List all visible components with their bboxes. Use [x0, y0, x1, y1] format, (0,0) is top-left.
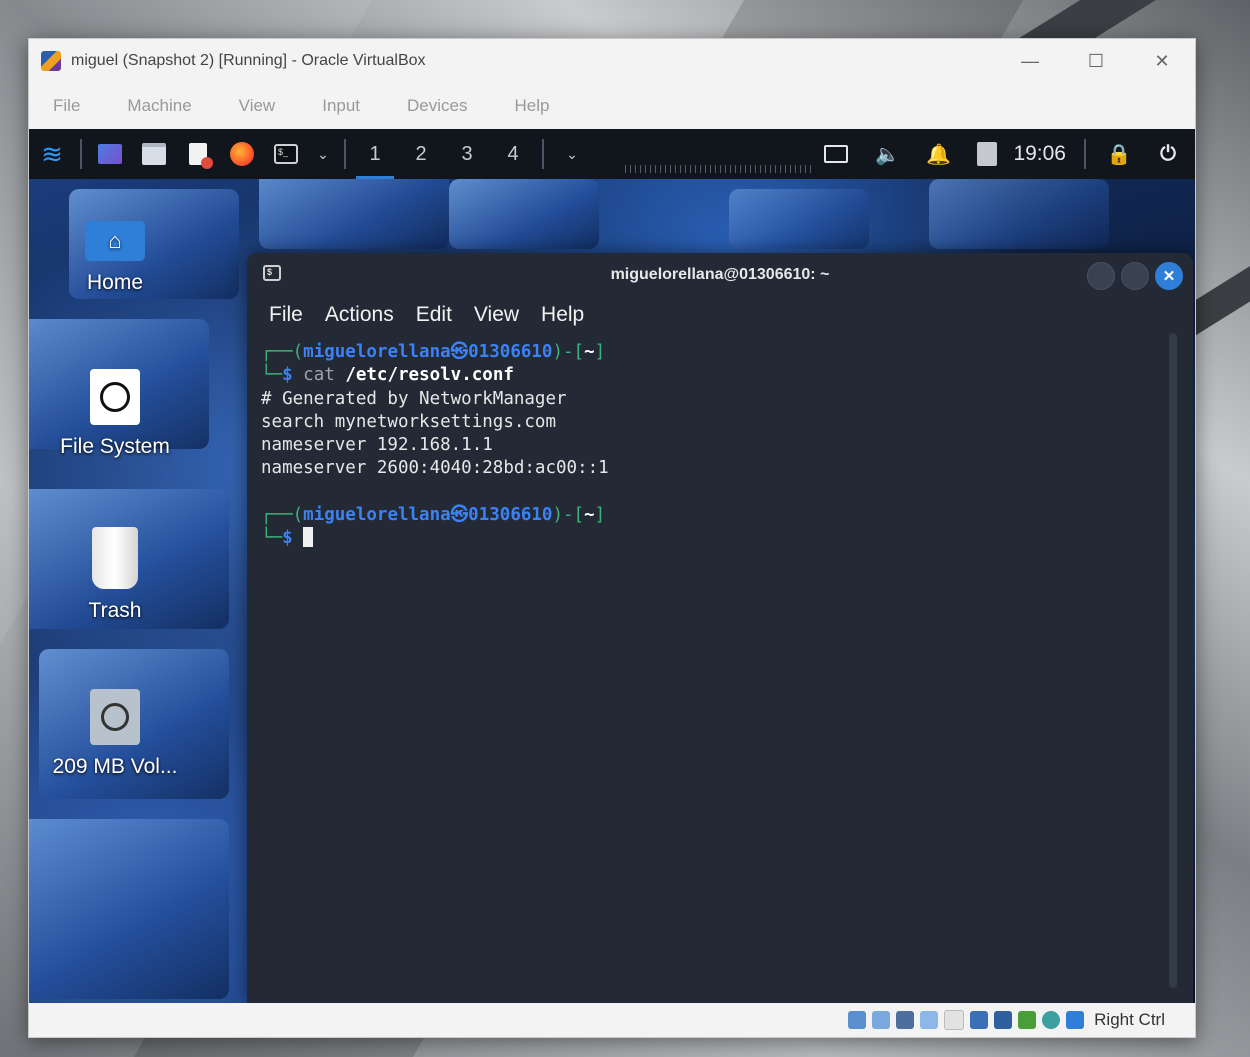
- menu-help[interactable]: Help: [515, 96, 550, 116]
- panel-clock[interactable]: 19:06: [1013, 142, 1066, 166]
- cpu-icon[interactable]: [1042, 1011, 1061, 1029]
- menu-view[interactable]: View: [239, 96, 276, 116]
- display-icon[interactable]: [994, 1011, 1013, 1029]
- firefox-icon[interactable]: [229, 141, 255, 167]
- text-editor-icon[interactable]: [185, 141, 213, 169]
- desktop-icon-label: File System: [60, 435, 170, 458]
- output-line: search mynetworksettings.com: [261, 411, 557, 432]
- panel-separator: [344, 139, 346, 169]
- logout-icon[interactable]: ⏻: [1155, 141, 1181, 167]
- audio-icon[interactable]: [896, 1011, 915, 1029]
- virtualbox-menubar: File Machine View Input Devices Help: [29, 83, 1195, 129]
- shared-folders-icon[interactable]: [970, 1011, 989, 1029]
- lock-screen-icon[interactable]: 🔒: [1106, 141, 1132, 167]
- desktop-icon-label: 209 MB Vol...: [52, 755, 178, 778]
- terminal-icon: $: [263, 265, 281, 281]
- host-key-label[interactable]: Right Ctrl: [1094, 1010, 1165, 1030]
- network-adapter-icon[interactable]: [920, 1011, 939, 1029]
- volume-icon: [90, 689, 140, 745]
- virtualbox-window: miguel (Snapshot 2) [Running] - Oracle V…: [28, 38, 1196, 1038]
- terminal-maximize-button[interactable]: [1121, 262, 1149, 290]
- virtualbox-logo-icon: [41, 51, 61, 71]
- desktop-icon-label: Home: [86, 271, 144, 294]
- terminal-menu-file[interactable]: File: [269, 303, 303, 327]
- panel-separator: [1084, 139, 1086, 169]
- workspace-2[interactable]: 2: [398, 129, 444, 179]
- output-line: nameserver 192.168.1.1: [261, 435, 493, 456]
- home-icon: ⌂: [85, 221, 145, 261]
- notification-bell-icon[interactable]: 🔔: [925, 141, 951, 167]
- workspace-3[interactable]: 3: [444, 129, 490, 179]
- file-manager-icon[interactable]: [141, 141, 167, 167]
- top-panel: ≋ $_ ⌄ 1 2 3 4 ⌄ 🔈 🔔 19:06 🔒 ⏻: [29, 129, 1195, 179]
- terminal-menu-view[interactable]: View: [474, 303, 519, 327]
- terminal-minimize-button[interactable]: [1087, 262, 1115, 290]
- terminal-menu-help[interactable]: Help: [541, 303, 584, 327]
- optical-drive-icon[interactable]: [872, 1011, 891, 1029]
- usb-icon[interactable]: [944, 1010, 965, 1030]
- recording-icon[interactable]: [1018, 1011, 1037, 1029]
- battery-icon[interactable]: [974, 141, 1000, 167]
- menu-file[interactable]: File: [53, 96, 80, 116]
- virtualbox-statusbar: Right Ctrl: [29, 1003, 1195, 1037]
- input-line[interactable]: └─$: [261, 527, 1193, 550]
- prompt-line: ┌──(miguelorellana㉿01306610)-[~]: [261, 342, 606, 362]
- terminal-launcher-icon[interactable]: $_: [273, 141, 299, 167]
- cpu-graph: [625, 165, 811, 173]
- mouse-integration-icon[interactable]: [1066, 1011, 1085, 1029]
- text-cursor: [303, 527, 314, 548]
- desktop-icon-label: Trash: [88, 599, 142, 622]
- menu-machine[interactable]: Machine: [127, 96, 191, 116]
- prompt-line: ┌──(miguelorellana㉿01306610)-[~]: [261, 505, 606, 526]
- terminal-title: miguelorellana@01306610: ~: [610, 266, 830, 283]
- trash-icon: [92, 527, 138, 589]
- window-title: miguel (Snapshot 2) [Running] - Oracle V…: [71, 52, 426, 69]
- desktop-icon-home[interactable]: ⌂ Home: [35, 221, 195, 295]
- maximize-button[interactable]: ☐: [1063, 39, 1129, 83]
- command-line: └─$ cat /etc/resolv.conf: [261, 365, 514, 386]
- minimize-button[interactable]: —: [997, 39, 1063, 83]
- close-button[interactable]: ✕: [1129, 39, 1195, 83]
- terminal-titlebar[interactable]: $ miguelorellana@01306610: ~ ✕: [247, 253, 1193, 297]
- hard-disk-icon[interactable]: [848, 1011, 867, 1029]
- volume-icon[interactable]: 🔈: [874, 141, 900, 167]
- network-icon[interactable]: [823, 141, 849, 167]
- output-line: nameserver 2600:4040:28bd:ac00::1: [261, 458, 609, 479]
- desktop-icon-trash[interactable]: Trash: [35, 527, 195, 623]
- terminal-close-button[interactable]: ✕: [1155, 262, 1183, 290]
- panel-separator: [80, 139, 82, 169]
- terminal-menubar: File Actions Edit View Help: [247, 297, 1193, 333]
- terminal-menu-actions[interactable]: Actions: [325, 303, 394, 327]
- output-line: # Generated by NetworkManager: [261, 388, 567, 409]
- desktop-icon-file-system[interactable]: File System: [35, 369, 195, 459]
- chevron-down-icon[interactable]: ⌄: [310, 141, 336, 167]
- show-desktop-icon[interactable]: [97, 141, 123, 167]
- terminal-menu-edit[interactable]: Edit: [416, 303, 452, 327]
- workspace-1[interactable]: 1: [352, 129, 398, 179]
- guest-screen[interactable]: ≋ $_ ⌄ 1 2 3 4 ⌄ 🔈 🔔 19:06 🔒 ⏻ ⌂ Home Fi…: [29, 129, 1195, 1003]
- terminal-window[interactable]: $ miguelorellana@01306610: ~ ✕ File Acti…: [247, 253, 1193, 1003]
- panel-separator: [542, 139, 544, 169]
- terminal-scrollbar[interactable]: [1169, 333, 1177, 988]
- menu-devices[interactable]: Devices: [407, 96, 467, 116]
- virtualbox-titlebar[interactable]: miguel (Snapshot 2) [Running] - Oracle V…: [29, 39, 1195, 83]
- kali-menu-icon[interactable]: ≋: [39, 139, 65, 169]
- workspace-4[interactable]: 4: [490, 129, 536, 179]
- chevron-down-icon[interactable]: ⌄: [559, 141, 585, 167]
- menu-input[interactable]: Input: [322, 96, 360, 116]
- terminal-output[interactable]: ┌──(miguelorellana㉿01306610)-[~] └─$ cat…: [247, 333, 1193, 551]
- desktop-icon-volume[interactable]: 209 MB Vol...: [35, 689, 195, 779]
- drive-icon: [90, 369, 140, 425]
